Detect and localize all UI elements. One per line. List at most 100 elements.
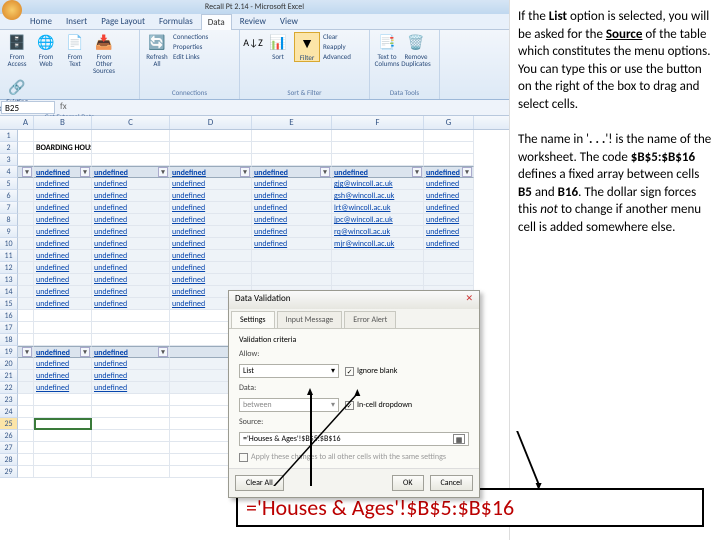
cell[interactable]: undefined [92,346,170,358]
cell[interactable] [332,154,424,166]
row-header[interactable]: 20 [0,358,18,370]
row-header[interactable]: 19 [0,346,18,358]
cell[interactable]: undefined [34,298,92,310]
cell[interactable] [424,250,474,262]
row-header[interactable]: 21 [0,370,18,382]
cell[interactable]: undefined [424,190,474,202]
connections-button[interactable]: Connections [173,32,208,41]
cell[interactable] [92,418,170,430]
row-header[interactable]: 7 [0,202,18,214]
cell[interactable]: BOARDING HOUSES [34,142,92,154]
cell[interactable]: undefined [34,382,92,394]
cell[interactable]: undefined [170,238,252,250]
cell[interactable] [332,274,424,286]
cell[interactable]: undefined [92,238,170,250]
cell[interactable] [18,250,34,262]
cell[interactable] [18,382,34,394]
cell[interactable]: undefined [424,202,474,214]
cell[interactable] [92,442,170,454]
cell[interactable]: undefined [34,370,92,382]
cell[interactable] [92,130,170,142]
row-header[interactable]: 12 [0,262,18,274]
cell[interactable] [18,286,34,298]
row-header[interactable]: 4 [0,166,18,178]
cell[interactable] [18,154,34,166]
cell[interactable] [18,442,34,454]
cell[interactable]: undefined [34,250,92,262]
cell[interactable]: undefined [424,238,474,250]
cell[interactable] [34,430,92,442]
cell[interactable] [92,142,170,154]
cell[interactable] [34,406,92,418]
clear-button[interactable]: Clear [323,32,351,41]
cell[interactable]: gsh@wincoll.ac.uk [332,190,424,202]
cell[interactable]: undefined [34,202,92,214]
cell[interactable]: undefined [34,238,92,250]
cell[interactable] [18,130,34,142]
col-header[interactable]: C [92,116,170,129]
cell[interactable] [34,466,92,478]
reapply-button[interactable]: Reapply [323,42,351,51]
cell[interactable]: undefined [92,370,170,382]
row-header[interactable]: 28 [0,454,18,466]
cell[interactable] [424,262,474,274]
row-header[interactable]: 3 [0,154,18,166]
cell[interactable]: undefined [170,274,252,286]
cell[interactable] [18,370,34,382]
cell[interactable]: undefined [92,274,170,286]
office-button[interactable] [2,0,22,20]
tab-review[interactable]: Review [234,14,272,29]
row-header[interactable]: 5 [0,178,18,190]
cell[interactable]: undefined [34,262,92,274]
cell[interactable] [252,262,332,274]
cell[interactable] [92,430,170,442]
cell[interactable]: undefined [424,214,474,226]
row-header[interactable]: 27 [0,442,18,454]
tab-formulas[interactable]: Formulas [153,14,199,29]
cell[interactable]: undefined [92,250,170,262]
cell[interactable] [18,190,34,202]
cell[interactable]: undefined [252,202,332,214]
cell[interactable]: undefined [170,214,252,226]
cell[interactable]: undefined [92,358,170,370]
cell[interactable] [252,274,332,286]
cell[interactable]: undefined [170,190,252,202]
row-header[interactable]: 16 [0,310,18,322]
tab-home[interactable]: Home [24,14,58,29]
cell[interactable]: undefined [34,178,92,190]
cell[interactable] [18,322,34,334]
cell[interactable] [34,442,92,454]
cell[interactable]: undefined [170,166,252,178]
tab-input-message[interactable]: Input Message [277,311,343,328]
tab-insert[interactable]: Insert [60,14,93,29]
cell[interactable] [92,406,170,418]
row-header[interactable]: 18 [0,334,18,346]
col-header[interactable]: A [18,116,34,129]
source-input[interactable]: ='Houses & Ages'!$B$5:$B$16 ▦ [239,432,469,446]
cell[interactable] [18,226,34,238]
cell[interactable] [18,406,34,418]
tab-data[interactable]: Data [201,14,232,30]
cell[interactable]: undefined [34,226,92,238]
cell[interactable]: undefined [424,226,474,238]
from-other-button[interactable]: 📥From Other Sources [91,32,117,74]
cell[interactable] [170,154,252,166]
cell[interactable]: undefined [332,166,424,178]
col-header[interactable]: F [332,116,424,129]
row-header[interactable]: 1 [0,130,18,142]
cell[interactable] [92,334,170,346]
cell[interactable] [170,142,252,154]
col-header[interactable]: E [252,116,332,129]
cell[interactable]: undefined [34,214,92,226]
cell[interactable]: undefined [170,202,252,214]
cell[interactable] [332,262,424,274]
cell[interactable]: undefined [34,274,92,286]
cell[interactable]: undefined [34,190,92,202]
cell[interactable]: undefined [92,178,170,190]
cell[interactable]: jpc@wincoll.ac.uk [332,214,424,226]
cell[interactable] [34,322,92,334]
row-header[interactable]: 10 [0,238,18,250]
cell[interactable]: undefined [34,346,92,358]
cell[interactable] [18,178,34,190]
col-header[interactable]: D [170,116,252,129]
